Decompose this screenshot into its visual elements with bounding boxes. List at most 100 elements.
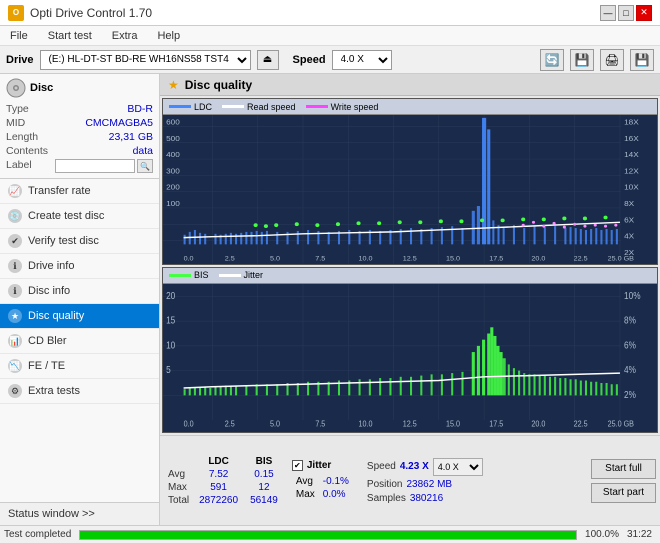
disc-label-row: Label 🔍 bbox=[6, 158, 153, 174]
sidebar: Disc Type BD-R MID CMCMAGBA5 Length 23,3… bbox=[0, 74, 160, 525]
svg-text:12X: 12X bbox=[624, 167, 639, 176]
nav-verify-test-disc[interactable]: ✔ Verify test disc bbox=[0, 229, 159, 254]
nav-cd-bler-label: CD Bler bbox=[28, 335, 67, 347]
toolbar-btn-1[interactable]: 🔄 bbox=[540, 49, 564, 71]
nav-extra-tests[interactable]: ⚙ Extra tests bbox=[0, 379, 159, 404]
quality-header-title: Disc quality bbox=[185, 78, 252, 92]
svg-text:4%: 4% bbox=[624, 364, 636, 375]
svg-text:8X: 8X bbox=[624, 199, 635, 208]
nav-create-test-disc[interactable]: 💿 Create test disc bbox=[0, 204, 159, 229]
menu-help[interactable]: Help bbox=[153, 29, 184, 43]
svg-text:100: 100 bbox=[166, 199, 180, 208]
legend-ldc: LDC bbox=[169, 102, 212, 112]
toolbar-btn-4[interactable]: 💾 bbox=[630, 49, 654, 71]
samples-value: 380216 bbox=[410, 493, 443, 504]
stats-table: LDC BIS Avg 7.52 0.15 Max 591 12 Total 2… bbox=[164, 455, 284, 507]
legend-ldc-label: LDC bbox=[194, 102, 212, 112]
status-text: Test completed bbox=[4, 529, 71, 540]
fe-te-icon: 📉 bbox=[8, 359, 22, 373]
eject-button[interactable]: ⏏ bbox=[257, 50, 279, 70]
nav-drive-info[interactable]: ℹ Drive info bbox=[0, 254, 159, 279]
toolbar-btn-3[interactable]: 🖨 bbox=[600, 49, 624, 71]
nav-cd-bler[interactable]: 📊 CD Bler bbox=[0, 329, 159, 354]
disc-contents-row: Contents data bbox=[6, 144, 153, 158]
svg-text:8%: 8% bbox=[624, 314, 636, 325]
title-bar: O Opti Drive Control 1.70 — □ ✕ bbox=[0, 0, 660, 26]
close-button[interactable]: ✕ bbox=[636, 5, 652, 21]
disc-quality-header: ★ Disc quality bbox=[160, 74, 660, 96]
drive-bar: Drive (E:) HL-DT-ST BD-RE WH16NS58 TST4 … bbox=[0, 46, 660, 74]
menu-bar: File Start test Extra Help bbox=[0, 26, 660, 46]
col-header-ldc: LDC bbox=[193, 455, 244, 468]
nav-transfer-rate[interactable]: 📈 Transfer rate bbox=[0, 179, 159, 204]
menu-extra[interactable]: Extra bbox=[108, 29, 142, 43]
avg-label: Avg bbox=[164, 468, 193, 481]
menu-start-test[interactable]: Start test bbox=[44, 29, 96, 43]
legend-read-speed-label: Read speed bbox=[247, 102, 296, 112]
disc-icon bbox=[6, 78, 26, 98]
nav-fe-te[interactable]: 📉 FE / TE bbox=[0, 354, 159, 379]
position-value: 23862 MB bbox=[406, 479, 452, 490]
max-label: Max bbox=[164, 481, 193, 494]
nav-create-test-disc-label: Create test disc bbox=[28, 210, 104, 222]
svg-text:0.0: 0.0 bbox=[184, 256, 194, 263]
disc-label-label: Label bbox=[6, 159, 32, 173]
disc-info-icon: ℹ bbox=[8, 284, 22, 298]
main-layout: Disc Type BD-R MID CMCMAGBA5 Length 23,3… bbox=[0, 74, 660, 525]
speed-dropdown[interactable]: 4.0 X bbox=[433, 458, 483, 476]
jitter-label: Jitter bbox=[307, 460, 331, 471]
start-full-button[interactable]: Start full bbox=[591, 459, 656, 479]
disc-label-button[interactable]: 🔍 bbox=[137, 159, 153, 173]
svg-text:5.0: 5.0 bbox=[270, 418, 281, 428]
svg-text:25.0 GB: 25.0 GB bbox=[608, 256, 635, 263]
nav-disc-info[interactable]: ℹ Disc info bbox=[0, 279, 159, 304]
toolbar-btn-2[interactable]: 💾 bbox=[570, 49, 594, 71]
disc-mid-row: MID CMCMAGBA5 bbox=[6, 116, 153, 130]
svg-text:10.0: 10.0 bbox=[359, 418, 374, 428]
svg-text:10: 10 bbox=[166, 339, 175, 350]
svg-text:600: 600 bbox=[166, 118, 180, 127]
menu-file[interactable]: File bbox=[6, 29, 32, 43]
svg-text:2.5: 2.5 bbox=[225, 418, 236, 428]
status-time: 31:22 bbox=[627, 529, 652, 540]
svg-text:10%: 10% bbox=[624, 290, 640, 301]
speed-stat-label: Speed bbox=[367, 461, 396, 472]
app-title: Opti Drive Control 1.70 bbox=[30, 6, 152, 20]
speed-select[interactable]: 4.0 X bbox=[332, 50, 392, 70]
samples-label: Samples bbox=[367, 493, 406, 504]
disc-label-input[interactable] bbox=[55, 159, 135, 173]
legend-write-speed-label: Write speed bbox=[331, 102, 379, 112]
nav-fe-te-label: FE / TE bbox=[28, 360, 65, 372]
svg-text:7.5: 7.5 bbox=[315, 256, 325, 263]
jitter-checkbox[interactable]: ✔ bbox=[292, 460, 303, 471]
drive-select[interactable]: (E:) HL-DT-ST BD-RE WH16NS58 TST4 bbox=[40, 50, 251, 70]
max-bis: 12 bbox=[244, 481, 284, 494]
avg-ldc: 7.52 bbox=[193, 468, 244, 481]
disc-type-label: Type bbox=[6, 103, 29, 115]
maximize-button[interactable]: □ bbox=[618, 5, 634, 21]
create-test-disc-icon: 💿 bbox=[8, 209, 22, 223]
svg-text:2%: 2% bbox=[624, 389, 636, 400]
verify-test-disc-icon: ✔ bbox=[8, 234, 22, 248]
drive-label: Drive bbox=[6, 54, 34, 66]
svg-text:12.5: 12.5 bbox=[403, 256, 417, 263]
start-part-button[interactable]: Start part bbox=[591, 483, 656, 503]
svg-text:12.5: 12.5 bbox=[403, 418, 418, 428]
svg-text:22.5: 22.5 bbox=[574, 418, 589, 428]
svg-text:5.0: 5.0 bbox=[270, 256, 280, 263]
svg-text:500: 500 bbox=[166, 134, 180, 143]
status-window-button[interactable]: Status window >> bbox=[0, 503, 159, 525]
speed-label: Speed bbox=[293, 54, 326, 66]
status-bar: Test completed 100.0% 31:22 bbox=[0, 525, 660, 543]
svg-text:6X: 6X bbox=[624, 216, 635, 225]
svg-text:300: 300 bbox=[166, 167, 180, 176]
nav-disc-quality[interactable]: ★ Disc quality bbox=[0, 304, 159, 329]
speed-value: 4.23 X bbox=[400, 461, 429, 472]
app-logo: O bbox=[8, 5, 24, 21]
svg-text:22.5: 22.5 bbox=[574, 256, 588, 263]
status-window-label: Status window >> bbox=[8, 508, 95, 520]
minimize-button[interactable]: — bbox=[600, 5, 616, 21]
disc-length-value: 23,31 GB bbox=[109, 131, 153, 143]
svg-text:4X: 4X bbox=[624, 232, 635, 241]
svg-text:200: 200 bbox=[166, 183, 180, 192]
